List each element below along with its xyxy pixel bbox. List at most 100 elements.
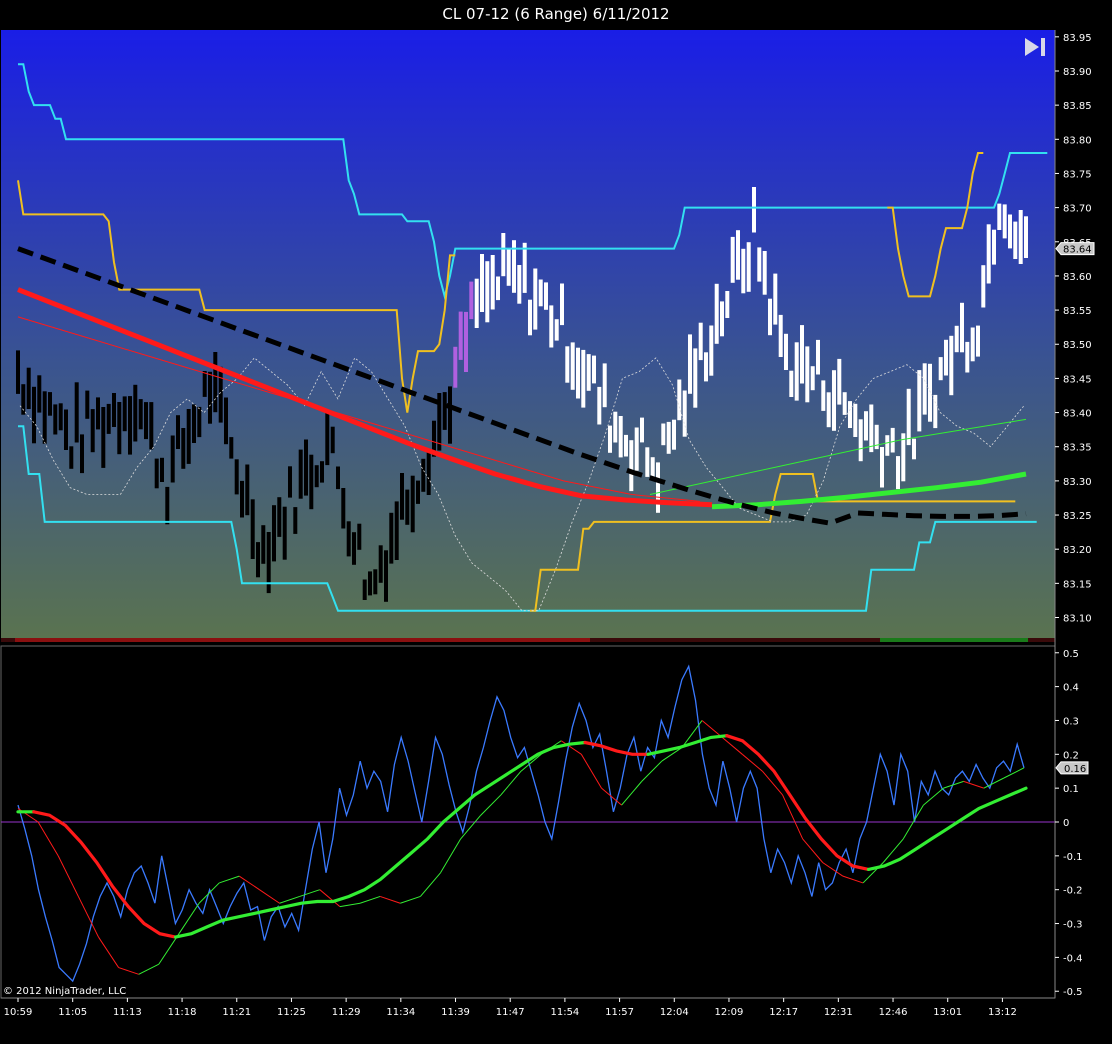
price-bar [117,402,122,455]
price-bar [912,438,916,460]
price-bar [997,203,1002,230]
price-tick-label: 83.10 [1063,614,1092,625]
time-tick-label: 12:31 [824,1007,853,1018]
price-bar [314,465,319,488]
price-bar [634,427,639,471]
price-bar [928,363,932,422]
price-bar [426,449,431,495]
price-bar [197,406,202,438]
price-bar [469,281,474,320]
osc-tick-label: 0.2 [1063,750,1079,761]
price-bar [602,363,607,408]
copyright-notice: © 2012 NinjaTrader, LLC [3,986,127,997]
price-bar [784,333,788,370]
price-bar [917,370,922,432]
price-bar [597,386,602,425]
price-bar [618,416,623,458]
price-bar [293,507,298,534]
price-bar [890,427,895,453]
price-bar [304,439,308,496]
price-bar [181,428,186,469]
price-bar [608,425,612,453]
price-bar [517,265,522,304]
osc-tick-label: -0.3 [1063,920,1083,931]
price-bar [688,334,692,394]
price-bar [528,299,532,336]
price-tick-label: 83.45 [1063,374,1092,385]
price-bar [490,255,495,310]
price-tick-label: 83.40 [1063,409,1092,420]
price-bar [906,388,911,446]
price-bar [416,480,420,504]
time-tick-label: 12:46 [879,1007,908,1018]
price-bar [245,464,250,516]
price-bar [778,314,783,357]
price-tick-label: 83.60 [1063,272,1092,283]
price-bar [954,325,959,353]
price-bar [357,523,362,550]
price-tick-label: 83.55 [1063,306,1092,317]
time-tick-label: 11:21 [222,1007,251,1018]
price-bar [768,298,772,336]
time-tick-label: 12:04 [660,1007,689,1018]
price-bar [656,462,660,513]
price-bar [522,242,527,293]
price-bar [384,550,388,602]
time-tick-label: 13:01 [933,1007,962,1018]
price-bar [581,349,586,408]
time-tick-label: 11:57 [605,1007,634,1018]
price-bar [544,282,548,310]
price-bar [624,434,628,457]
osc-tick-label: 0.4 [1063,683,1079,694]
price-bar [864,411,868,441]
price-bar [586,354,591,391]
price-bar [352,532,356,565]
price-bar [938,357,943,381]
price-bar [666,421,671,454]
price-bar [149,402,154,450]
price-bar [320,461,324,483]
price-bar [592,355,596,384]
time-tick-label: 11:54 [550,1007,579,1018]
price-bar [378,545,383,583]
price-bar [101,407,106,468]
price-bar [112,393,116,427]
price-bar [762,251,767,295]
price-bar [298,449,303,499]
price-bar [986,224,991,284]
price-tick-label: 83.30 [1063,477,1092,488]
price-bar [794,342,799,401]
price-bar [421,458,426,492]
price-bar [272,505,276,562]
price-bar [837,358,842,405]
chart-canvas[interactable]: 83.9583.9083.8583.8083.7583.7083.6583.60… [0,0,1112,1044]
price-bar [32,386,36,444]
oscillator-panel [0,645,1056,999]
price-bar [842,392,847,415]
price-bar [704,352,708,382]
time-tick-label: 12:17 [769,1007,798,1018]
price-bar [554,319,559,341]
price-bar [410,475,415,533]
price-bar [933,394,938,429]
price-bar [213,352,218,413]
price-bar [96,397,100,430]
price-bar [896,456,900,490]
price-bar [501,233,506,277]
price-bar [992,229,996,265]
price-bar [458,311,463,360]
price-bar [37,375,42,413]
price-tick-label: 83.35 [1063,443,1092,454]
price-bar [869,404,874,453]
price-bar [773,273,778,325]
skip-to-end-icon[interactable] [1022,36,1048,58]
price-bar [1008,214,1012,249]
price-bar [661,423,666,446]
osc-tick-label: -0.4 [1063,953,1083,964]
price-bar [1013,221,1018,259]
price-bar [464,311,468,372]
session-strip-green [880,638,1028,642]
price-bar [757,247,762,282]
price-bar [922,363,927,415]
price-bar [106,403,111,434]
